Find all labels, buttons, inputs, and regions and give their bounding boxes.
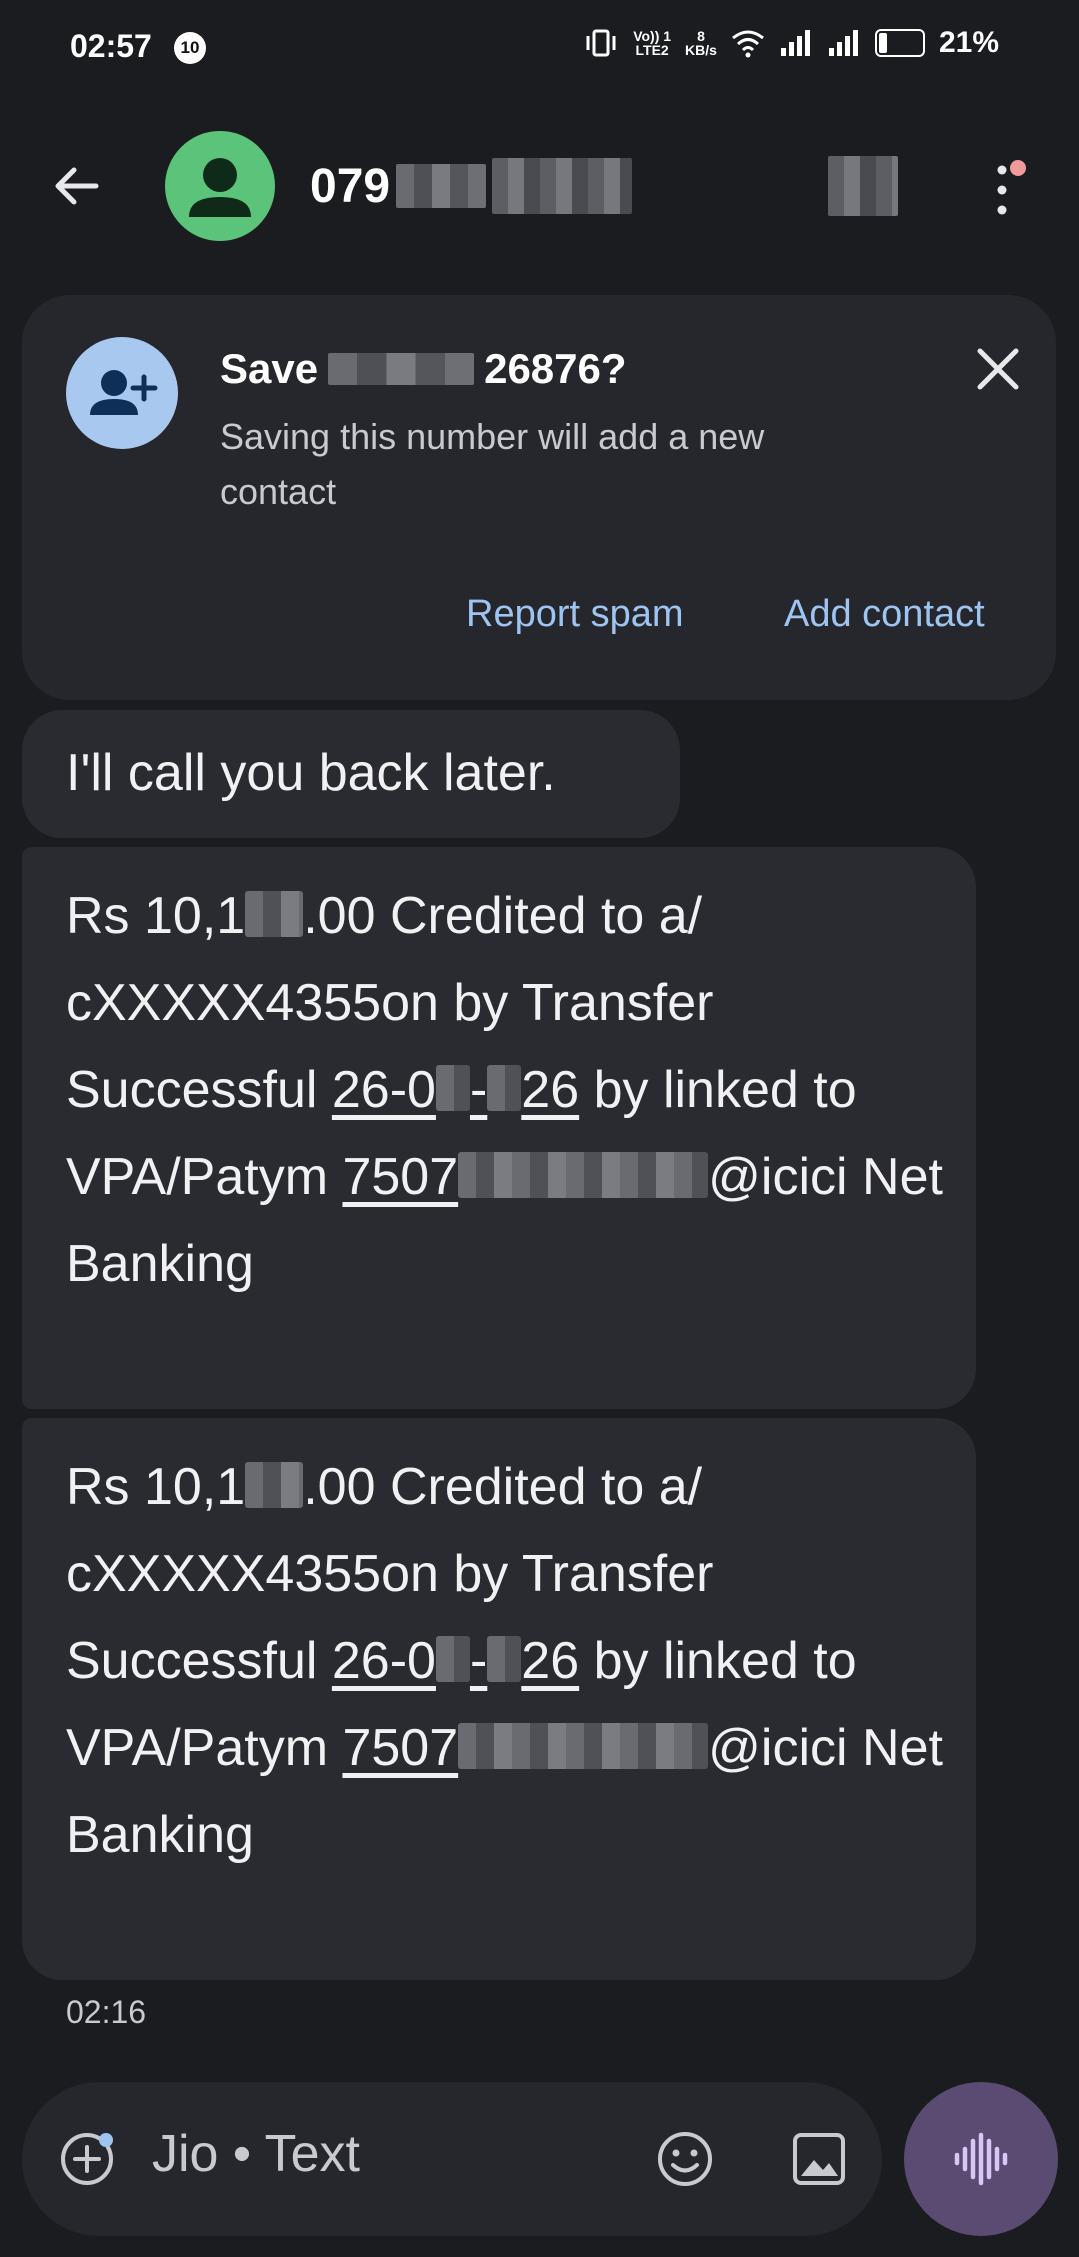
vpa-link[interactable]: 7507 [342, 1148, 709, 1206]
signal-icon [780, 30, 810, 56]
contact-avatar[interactable] [165, 131, 275, 241]
message-bubble[interactable]: Rs 10,1.00 Credited to a/ cXXXXX4355on b… [22, 847, 976, 1409]
arrow-left-icon[interactable] [48, 158, 104, 214]
conversation-header: 079 [0, 120, 1079, 250]
redacted-block [435, 1065, 470, 1111]
conversation-title[interactable]: 079 [310, 158, 633, 214]
status-time: 02:57 [70, 28, 152, 64]
save-contact-card: Save 26876? Saving this number will add … [22, 295, 1056, 700]
add-circle-icon[interactable] [56, 2128, 118, 2190]
battery-percent: 21% [938, 26, 999, 59]
redacted-block [245, 891, 304, 937]
vibrate-icon [586, 29, 616, 57]
redacted-block [458, 1152, 709, 1198]
voice-message-button[interactable] [904, 2082, 1058, 2236]
message-bubble[interactable]: I'll call you back later. [22, 710, 680, 838]
add-person-icon [66, 337, 178, 449]
notification-badge: 10 [174, 32, 206, 64]
redacted-block [458, 1723, 709, 1769]
compose-bar: Jio • Text [22, 2082, 882, 2236]
redacted-block [435, 1636, 470, 1682]
more-options-button[interactable] [980, 160, 1030, 220]
person-icon [189, 158, 251, 217]
notification-dot [1010, 160, 1026, 176]
save-prompt-title: Save 26876? [220, 345, 627, 392]
save-prompt-subtitle: Saving this number will add a new contac… [220, 416, 765, 512]
status-bar: 02:57 10 Vo)) 1 LTE2 8 KB/s 21% [0, 0, 1079, 96]
message-bubble[interactable]: Rs 10,1.00 Credited to a/ cXXXXX4355on b… [22, 1418, 976, 1980]
date-link[interactable]: 26-0-26 [332, 1061, 579, 1119]
redacted-block [492, 158, 633, 214]
redacted-block [328, 353, 475, 385]
redacted-block [396, 164, 487, 208]
emoji-icon[interactable] [652, 2126, 718, 2192]
voice-waveform-icon [954, 2132, 1008, 2186]
message-text: I'll call you back later. [66, 744, 556, 802]
call-button[interactable] [824, 146, 904, 226]
network-type: Vo)) 1 LTE2 [633, 28, 672, 58]
signal-icon-2 [828, 30, 858, 56]
title-number: 079 [310, 159, 391, 213]
report-spam-button[interactable]: Report spam [466, 593, 684, 636]
status-icons: Vo)) 1 LTE2 8 KB/s 21% [583, 26, 999, 60]
gallery-icon[interactable] [786, 2126, 852, 2192]
add-person-glyph [90, 370, 158, 415]
redacted-block [828, 156, 898, 216]
message-timestamp: 02:16 [66, 1994, 147, 2030]
network-speed: 8 KB/s [685, 28, 717, 58]
add-contact-button[interactable]: Add contact [784, 593, 985, 636]
redacted-block [245, 1462, 304, 1508]
wifi-icon [732, 30, 764, 58]
message-input[interactable]: Jio • Text [152, 2124, 360, 2184]
vpa-link[interactable]: 7507 [342, 1719, 709, 1777]
redacted-block [487, 1065, 522, 1111]
battery-icon [874, 29, 925, 57]
message-text: Rs 10,1.00 Credited to a/ cXXXXX4355on b… [66, 1458, 943, 1864]
redacted-block [487, 1636, 522, 1682]
close-icon[interactable] [968, 339, 1028, 399]
message-text: Rs 10,1.00 Credited to a/ cXXXXX4355on b… [66, 887, 943, 1293]
date-link[interactable]: 26-0-26 [332, 1632, 579, 1690]
